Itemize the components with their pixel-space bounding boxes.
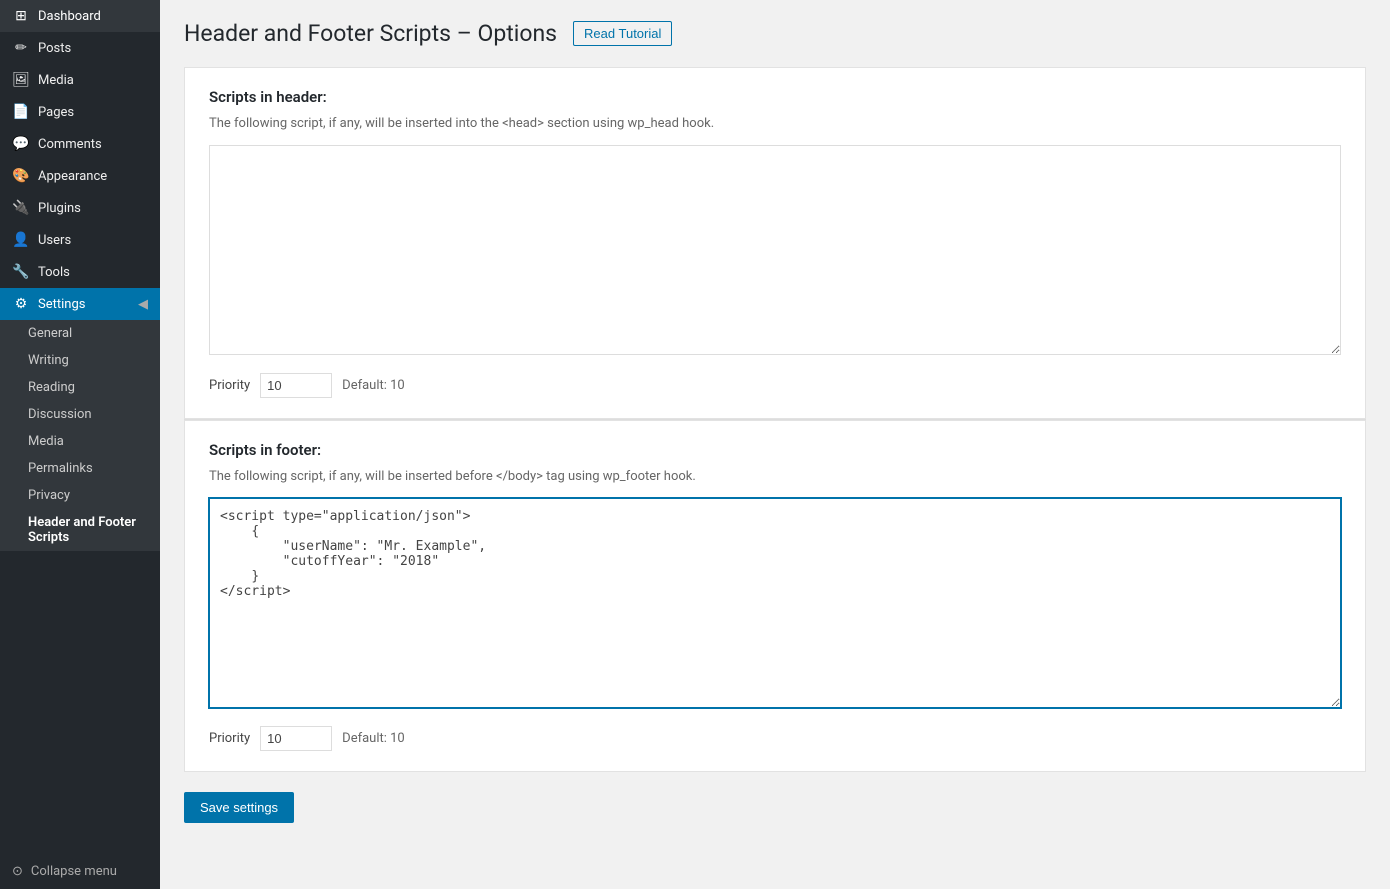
main-content: Header and Footer Scripts – Options Read… — [160, 0, 1390, 889]
sidebar-item-label: Pages — [38, 105, 74, 120]
sidebar-item-posts[interactable]: ✏ Posts — [0, 32, 160, 64]
scripts-header-description: The following script, if any, will be in… — [209, 116, 1341, 131]
sidebar-item-tools[interactable]: 🔧 Tools — [0, 256, 160, 288]
submenu-item-general[interactable]: General — [0, 320, 160, 347]
settings-arrow-icon: ◀ — [138, 297, 148, 312]
sidebar-item-label: Posts — [38, 41, 71, 56]
tools-icon: 🔧 — [12, 264, 30, 280]
settings-submenu: General Writing Reading Discussion Media… — [0, 320, 160, 551]
posts-icon: ✏ — [12, 40, 30, 56]
sidebar-item-label: Media — [38, 73, 74, 88]
sidebar-item-users[interactable]: 👤 Users — [0, 224, 160, 256]
sidebar-item-pages[interactable]: 📄 Pages — [0, 96, 160, 128]
scripts-header-title: Scripts in header: — [209, 88, 1341, 106]
scripts-footer-description: The following script, if any, will be in… — [209, 469, 1341, 484]
sidebar-item-label: Settings — [38, 297, 85, 312]
collapse-icon: ⊙ — [12, 864, 23, 879]
save-settings-button[interactable]: Save settings — [184, 792, 294, 823]
submenu-item-writing[interactable]: Writing — [0, 347, 160, 374]
sidebar: ⊞ Dashboard ✏ Posts 🖼 Media 📄 Pages 💬 Co… — [0, 0, 160, 889]
submenu-item-permalinks[interactable]: Permalinks — [0, 455, 160, 482]
collapse-menu-button[interactable]: ⊙ Collapse menu — [0, 854, 160, 889]
footer-priority-default: Default: 10 — [342, 731, 405, 746]
sidebar-item-label: Dashboard — [38, 9, 101, 24]
comments-icon: 💬 — [12, 136, 30, 152]
scripts-footer-card: Scripts in footer: The following script,… — [184, 420, 1366, 772]
plugins-icon: 🔌 — [12, 200, 30, 216]
pages-icon: 📄 — [12, 104, 30, 120]
sidebar-item-label: Plugins — [38, 201, 81, 216]
sidebar-item-appearance[interactable]: 🎨 Appearance — [0, 160, 160, 192]
sidebar-item-media[interactable]: 🖼 Media — [0, 64, 160, 96]
scripts-header-textarea[interactable] — [209, 145, 1341, 355]
scripts-footer-textarea[interactable] — [209, 498, 1341, 708]
appearance-icon: 🎨 — [12, 168, 30, 184]
media-icon: 🖼 — [12, 72, 30, 88]
page-title: Header and Footer Scripts – Options — [184, 20, 557, 47]
sidebar-item-settings[interactable]: ⚙ Settings ◀ — [0, 288, 160, 320]
scripts-header-card: Scripts in header: The following script,… — [184, 67, 1366, 419]
sidebar-item-comments[interactable]: 💬 Comments — [0, 128, 160, 160]
sidebar-item-label: Users — [38, 233, 71, 248]
sidebar-item-label: Comments — [38, 137, 102, 152]
read-tutorial-button[interactable]: Read Tutorial — [573, 21, 672, 46]
submenu-item-discussion[interactable]: Discussion — [0, 401, 160, 428]
sidebar-item-plugins[interactable]: 🔌 Plugins — [0, 192, 160, 224]
footer-priority-label: Priority — [209, 731, 250, 746]
sidebar-item-label: Tools — [38, 265, 70, 280]
footer-priority-row: Priority Default: 10 — [209, 726, 1341, 751]
dashboard-icon: ⊞ — [12, 8, 30, 24]
collapse-menu-label: Collapse menu — [31, 864, 117, 879]
footer-priority-input[interactable] — [260, 726, 332, 751]
settings-icon: ⚙ — [12, 296, 30, 312]
users-icon: 👤 — [12, 232, 30, 248]
scripts-footer-title: Scripts in footer: — [209, 441, 1341, 459]
submenu-item-privacy[interactable]: Privacy — [0, 482, 160, 509]
sidebar-item-dashboard[interactable]: ⊞ Dashboard — [0, 0, 160, 32]
header-priority-input[interactable] — [260, 373, 332, 398]
sidebar-item-label: Appearance — [38, 169, 107, 184]
header-priority-default: Default: 10 — [342, 378, 405, 393]
submenu-item-header-footer[interactable]: Header and Footer Scripts — [0, 509, 160, 551]
submenu-item-media[interactable]: Media — [0, 428, 160, 455]
page-header: Header and Footer Scripts – Options Read… — [184, 20, 1366, 47]
header-priority-label: Priority — [209, 378, 250, 393]
submenu-item-reading[interactable]: Reading — [0, 374, 160, 401]
header-priority-row: Priority Default: 10 — [209, 373, 1341, 398]
